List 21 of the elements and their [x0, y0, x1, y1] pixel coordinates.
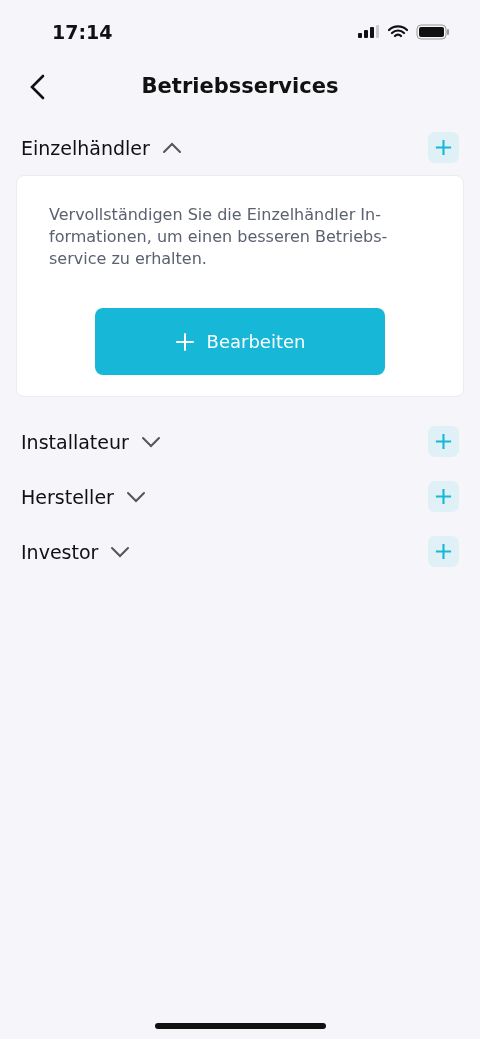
- chevron-up-icon: [161, 141, 182, 154]
- section-title: Einzelhändler: [21, 136, 150, 159]
- section-title: Investor: [21, 540, 99, 563]
- plus-icon: [434, 487, 453, 506]
- back-icon: [29, 74, 45, 100]
- chevron-down-icon: [125, 490, 146, 503]
- battery-icon: [416, 24, 450, 40]
- section-title: Hersteller: [21, 485, 114, 508]
- section-title: Installateur: [21, 430, 129, 453]
- plus-icon: [174, 331, 195, 352]
- info-text: Vervollständigen Sie die Einzelhändler In- formationen, um einen besseren Betriebs- service zu erhalten.: [49, 204, 388, 270]
- status-time: 17:14: [52, 21, 113, 43]
- plus-icon: [434, 138, 453, 157]
- signal-icon: [358, 25, 380, 39]
- plus-icon: [434, 432, 453, 451]
- edit-button[interactable]: Bearbeiten: [95, 308, 385, 375]
- chevron-down-icon: [140, 435, 161, 448]
- page-title: Betriebsservices: [141, 74, 339, 98]
- wifi-icon: [388, 25, 408, 39]
- plus-icon: [434, 542, 453, 561]
- chevron-down-icon: [110, 545, 131, 558]
